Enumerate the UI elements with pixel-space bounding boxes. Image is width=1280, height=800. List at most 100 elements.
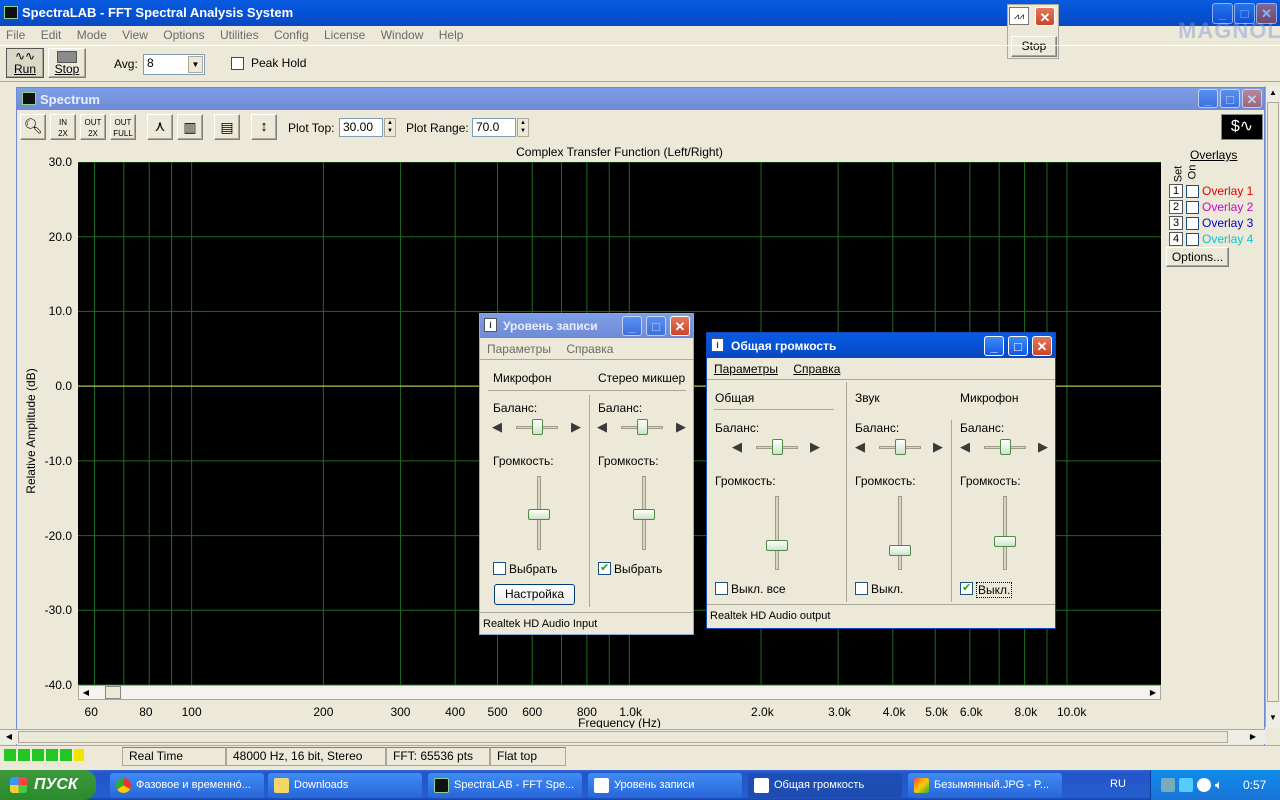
line-plot-icon[interactable]: ⋏ xyxy=(147,114,173,140)
overlay-set-button[interactable]: 4 xyxy=(1169,232,1183,246)
zoom-icon[interactable]: 🔍︎ xyxy=(20,114,46,140)
vol-menu-params[interactable]: Параметры xyxy=(714,362,778,376)
plot-top-input[interactable]: 30.00 xyxy=(339,118,383,137)
overlay-set-button[interactable]: 2 xyxy=(1169,200,1183,214)
zoom-in-2x-icon[interactable]: IN 2X xyxy=(50,114,76,140)
menu-config[interactable]: Config xyxy=(274,28,309,42)
volume-tray-icon[interactable]: 🔈︎ xyxy=(1215,777,1223,793)
chevron-down-icon[interactable]: ▼ xyxy=(188,56,203,73)
menu-edit[interactable]: Edit xyxy=(41,28,62,42)
vscroll-up-icon[interactable]: ▲ xyxy=(1266,86,1280,100)
vol-col3-mute-checkbox[interactable] xyxy=(960,581,973,595)
display-icon[interactable] xyxy=(1179,778,1193,792)
vol-col3-volume-thumb[interactable] xyxy=(994,536,1016,547)
rec-menu-params[interactable]: Параметры xyxy=(487,342,551,356)
mini-close-button[interactable]: ✕ xyxy=(1035,7,1055,26)
menu-license[interactable]: License xyxy=(324,28,365,42)
scroll-left-icon[interactable]: ◀ xyxy=(79,686,93,699)
stop-button[interactable]: Stop xyxy=(48,48,86,78)
app-close-button[interactable]: ✕ xyxy=(1256,3,1277,24)
rec-col2-select-checkbox[interactable] xyxy=(598,561,611,575)
vol-col3-balance-thumb[interactable] xyxy=(1000,439,1011,455)
vscroll-down-icon[interactable]: ▼ xyxy=(1266,711,1280,725)
overlay-on-checkbox[interactable] xyxy=(1186,185,1199,198)
grid-settings-icon[interactable]: ▤ xyxy=(214,114,240,140)
vol-col1-volume-slider[interactable] xyxy=(775,496,779,570)
overlays-options-button[interactable]: Options... xyxy=(1166,247,1229,267)
menu-window[interactable]: Window xyxy=(381,28,424,42)
recording-close-button[interactable]: ✕ xyxy=(670,316,690,336)
y-tick-label: 10.0 xyxy=(48,304,72,319)
plot-range-input[interactable]: 70.0 xyxy=(472,118,516,137)
task-volume[interactable]: Общая громкость xyxy=(748,773,902,798)
speaker-right-icon: ▶ xyxy=(676,419,686,434)
rec-col1-volume-thumb[interactable] xyxy=(528,509,550,520)
menu-utilities[interactable]: Utilities xyxy=(220,28,259,42)
overlay-on-checkbox[interactable] xyxy=(1186,233,1199,246)
vol-col1-volume-thumb[interactable] xyxy=(766,540,788,551)
rec-col1-balance-thumb[interactable] xyxy=(532,419,543,435)
menu-help[interactable]: Help xyxy=(439,28,464,42)
spectrum-close-button[interactable]: ✕ xyxy=(1242,89,1262,108)
menu-options[interactable]: Options xyxy=(163,28,204,42)
menu-mode[interactable]: Mode xyxy=(77,28,107,42)
main-hscroll[interactable]: ◀ ▶ xyxy=(0,729,1265,744)
app-maximize-button[interactable]: □ xyxy=(1234,3,1255,24)
vscroll-thumb[interactable] xyxy=(1267,102,1279,702)
hscroll-thumb[interactable] xyxy=(18,731,1228,743)
task-downloads[interactable]: Downloads xyxy=(268,773,422,798)
overlay-on-checkbox[interactable] xyxy=(1186,217,1199,230)
menu-file[interactable]: File xyxy=(6,28,25,42)
overlay-set-button[interactable]: 3 xyxy=(1169,216,1183,230)
plot-range-spinner[interactable]: ▲ ▼ xyxy=(517,118,529,137)
zoom-out-2x-icon[interactable]: OUT 2X xyxy=(80,114,106,140)
vol-col1-balance-thumb[interactable] xyxy=(772,439,783,455)
plot-top-spinner[interactable]: ▲ ▼ xyxy=(384,118,396,137)
vol-col2-mute-checkbox[interactable] xyxy=(855,582,868,595)
scroll-thumb[interactable] xyxy=(105,686,121,699)
peak-hold-checkbox[interactable] xyxy=(231,57,244,70)
hscroll-left-icon[interactable]: ◀ xyxy=(2,730,16,744)
vol-mute-all-checkbox[interactable] xyxy=(715,582,728,595)
rec-col2-balance-thumb[interactable] xyxy=(637,419,648,435)
mini-wave-icon[interactable]: ⩘⩘ xyxy=(1009,7,1029,25)
hscroll-right-icon[interactable]: ▶ xyxy=(1246,730,1260,744)
overlay-set-button[interactable]: 1 xyxy=(1169,184,1183,198)
menu-view[interactable]: View xyxy=(122,28,148,42)
rec-col2-volume-thumb[interactable] xyxy=(633,509,655,520)
volume-close-button[interactable]: ✕ xyxy=(1032,336,1052,356)
recording-minimize-button[interactable]: _ xyxy=(622,316,642,336)
main-vscroll[interactable]: ▲ ▼ xyxy=(1265,86,1280,727)
run-button[interactable]: ∿∿ Run xyxy=(6,48,44,78)
vol-col3-volume-slider[interactable] xyxy=(1003,496,1007,570)
start-button[interactable]: ПУСК xyxy=(0,770,96,800)
language-indicator[interactable]: RU xyxy=(1110,778,1126,790)
task-spectralab[interactable]: SpectraLAB - FFT Spe... xyxy=(428,773,582,798)
volume-maximize-button[interactable]: □ xyxy=(1008,336,1028,356)
autoscale-icon[interactable]: ↕ xyxy=(251,114,277,140)
rec-menu-help[interactable]: Справка xyxy=(566,342,613,356)
rec-col1-select-checkbox[interactable] xyxy=(493,562,506,575)
overlay-on-checkbox[interactable] xyxy=(1186,201,1199,214)
scroll-right-icon[interactable]: ▶ xyxy=(1146,686,1160,699)
plot-hscroll[interactable]: ◀ ▶ xyxy=(78,685,1161,700)
spectrum-minimize-button[interactable]: _ xyxy=(1198,89,1218,108)
rec-setup-button[interactable]: Настройка xyxy=(494,584,575,605)
app-minimize-button[interactable]: _ xyxy=(1212,3,1233,24)
zoom-out-full-icon[interactable]: OUT FULL xyxy=(110,114,136,140)
spectrum-maximize-button[interactable]: □ xyxy=(1220,89,1240,108)
task-paint[interactable]: Безымянный.JPG - P... xyxy=(908,773,1062,798)
bar-plot-icon[interactable]: ▥ xyxy=(177,114,203,140)
task-recording[interactable]: Уровень записи xyxy=(588,773,742,798)
antivirus-icon[interactable] xyxy=(1197,778,1211,792)
vol-col2-balance-thumb[interactable] xyxy=(895,439,906,455)
volume-minimize-button[interactable]: _ xyxy=(984,336,1004,356)
vol-col2-volume-thumb[interactable] xyxy=(889,545,911,556)
recording-maximize-button[interactable]: □ xyxy=(646,316,666,336)
network-icon[interactable] xyxy=(1161,778,1175,792)
avg-select[interactable]: 8 ▼ xyxy=(143,54,205,75)
vol-col2-volume-slider[interactable] xyxy=(898,496,902,570)
task-browser[interactable]: Фазовое и временнó... xyxy=(110,773,264,798)
vol-menu-help[interactable]: Справка xyxy=(793,362,840,376)
signal-generator-icon[interactable]: $∿ xyxy=(1221,114,1263,140)
